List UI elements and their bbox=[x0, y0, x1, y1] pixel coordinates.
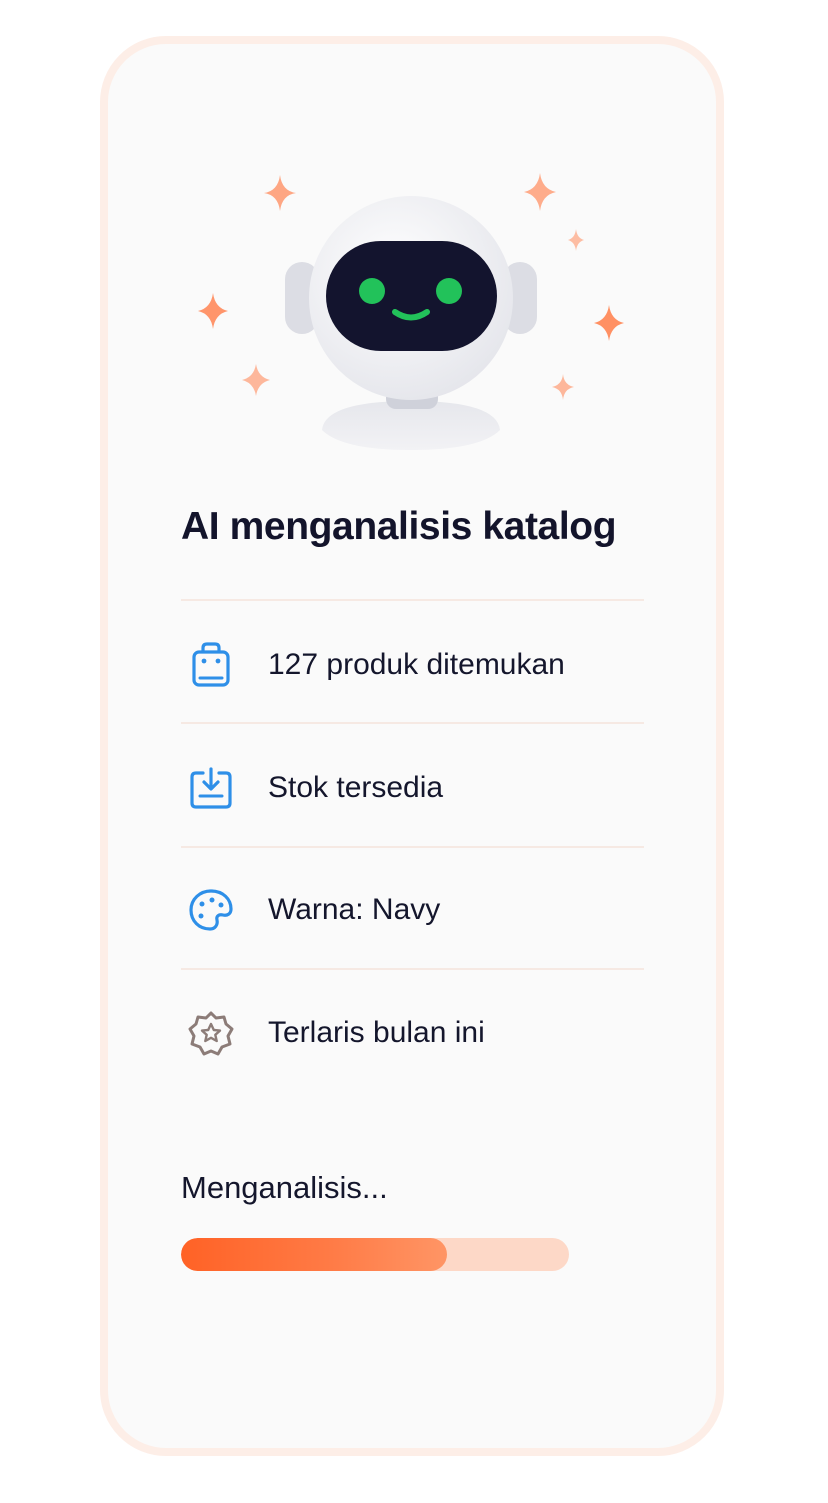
page-title: AI menganalisis katalog bbox=[181, 505, 617, 548]
list-item-color: Warna: Navy bbox=[181, 865, 644, 955]
progress-fill bbox=[181, 1238, 447, 1271]
list-item-label: Warna: Navy bbox=[268, 893, 441, 926]
list-item-label: Terlaris bulan ini bbox=[268, 1016, 485, 1049]
box-download-icon bbox=[181, 758, 241, 818]
list-item-label: Stok tersedia bbox=[268, 771, 444, 804]
list-item-stock: Stok tersedia bbox=[181, 743, 644, 833]
divider bbox=[181, 722, 644, 724]
divider bbox=[181, 846, 644, 848]
color-palette-icon bbox=[181, 880, 241, 940]
shopping-bag-icon bbox=[181, 635, 241, 695]
list-item-label: 127 produk ditemukan bbox=[268, 648, 565, 681]
status-text: Menganalisis... bbox=[181, 1170, 388, 1205]
robot-illustration bbox=[198, 173, 624, 450]
list-item-products: 127 produk ditemukan bbox=[181, 620, 644, 710]
progress-bar bbox=[181, 1238, 569, 1271]
divider bbox=[181, 599, 644, 601]
divider bbox=[181, 968, 644, 970]
star-badge-icon bbox=[181, 1003, 241, 1063]
list-item-bestseller: Terlaris bulan ini bbox=[181, 988, 644, 1078]
